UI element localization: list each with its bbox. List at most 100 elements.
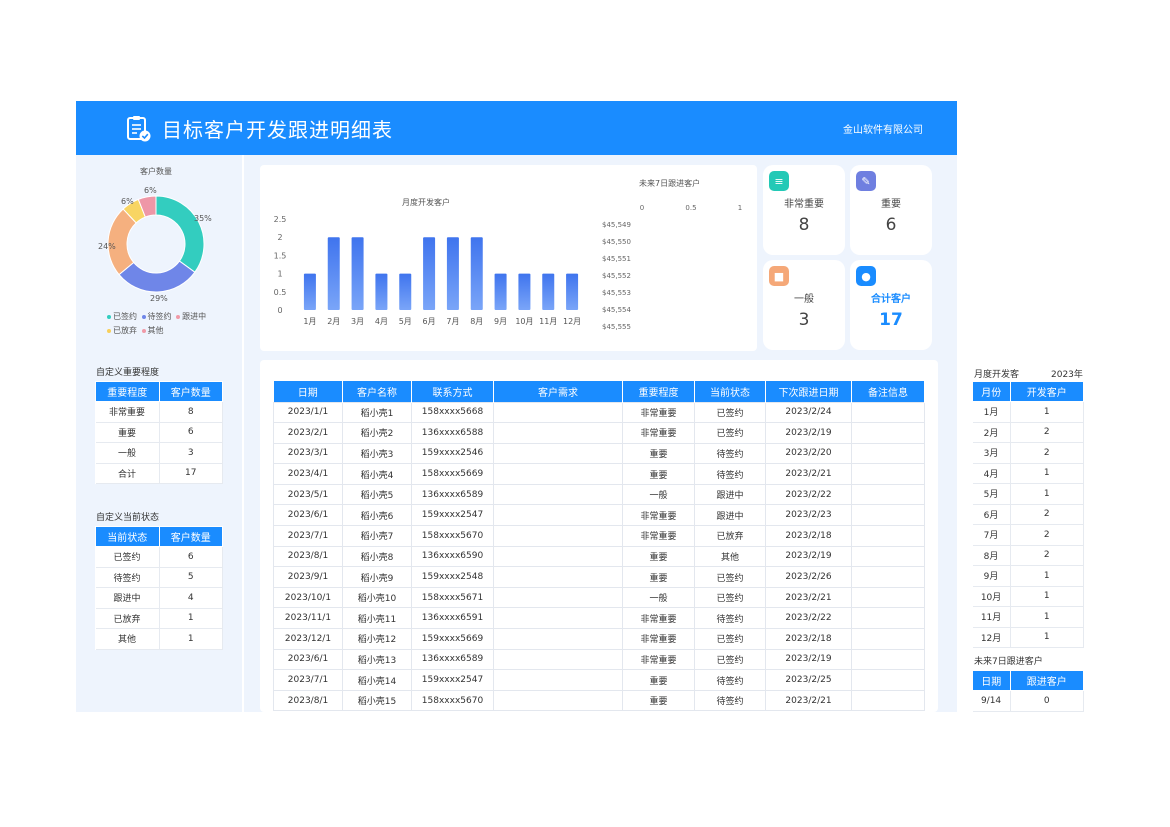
- donut-legend-row2: 已放弃 其他: [107, 325, 164, 336]
- stat-label: 合计客户: [871, 294, 911, 305]
- table-cell: 136xxxx6589: [411, 483, 494, 506]
- table-cell: 其他: [694, 545, 766, 568]
- bar: [351, 237, 364, 310]
- y-tick-label: 0.5: [274, 288, 287, 297]
- table-cell: [851, 586, 925, 609]
- importance-row: 非常重要 8: [95, 401, 223, 423]
- stat-card: ● 合计客户 17: [850, 260, 932, 350]
- table-cell: 8: [159, 401, 223, 423]
- table-row: 2023/6/1 稻小壳6 159xxxx2547 非常重要 跟进中 2023/2/23: [273, 504, 925, 527]
- table-cell: [851, 504, 925, 527]
- table-cell: [493, 401, 623, 424]
- monthly-bar-chart: 2.5 2 1.5 1 0.5 0 1月 2月 3月 4月 5月 6月 7月 8月 9月 10月 11月 12月: [274, 215, 582, 326]
- bar: [446, 237, 459, 310]
- status-row: 已放弃 1: [95, 608, 223, 629]
- table-cell: 2023/6/1: [273, 504, 343, 527]
- table-cell: 一般: [622, 483, 695, 506]
- col-header[interactable]: 当前状态: [694, 381, 766, 402]
- table-cell: 158xxxx5668: [411, 401, 494, 424]
- table-cell: 重要: [622, 463, 695, 485]
- stat-value: 8: [798, 215, 810, 235]
- bar: [303, 273, 316, 310]
- bar: [423, 237, 436, 310]
- table-cell: 136xxxx6591: [411, 607, 494, 630]
- table-cell: [493, 463, 623, 485]
- status-row: 已签约 6: [95, 546, 223, 568]
- x-tick-label: 1: [738, 204, 742, 212]
- y-tick-label: 2.5: [274, 215, 287, 224]
- status-row: 跟进中 4: [95, 587, 223, 609]
- clipboard-check-icon: [127, 116, 151, 142]
- table-cell: [851, 689, 925, 712]
- table-cell: 1: [1010, 586, 1085, 607]
- x-tick-label: 9月: [494, 317, 507, 326]
- table-cell: 2023/8/1: [273, 545, 343, 568]
- followup-bar-chart: 0 0.5 1 $45,549 $45,550 $45,551 $45,552 $45,553…: [602, 204, 742, 331]
- table-row: 2023/11/1 稻小壳11 136xxxx6591 非常重要 待签约 2023/2/2…: [273, 607, 925, 630]
- y-tick-label: $45,555: [602, 323, 631, 331]
- monthly-table: 月份 开发客户 1月 1 2月 2 3月 2 4月 1 5月 1 6月 2 7月 2 8月 2 9月 1 10月 1 1…: [972, 381, 1085, 648]
- importance-table: 重要程度 客户数量 非常重要 8 重要 6 一般 3 合计 17: [95, 381, 223, 484]
- stat-value: 6: [885, 215, 897, 235]
- col-header[interactable]: 联系方式: [411, 381, 494, 402]
- table-cell: 跟进中: [694, 483, 766, 506]
- table-cell: [851, 628, 925, 650]
- table-cell: 2023/7/1: [273, 669, 343, 691]
- table-cell: [851, 483, 925, 506]
- table-cell: 11月: [972, 606, 1011, 628]
- x-tick-label: 11月: [539, 317, 557, 326]
- table-cell: [493, 422, 623, 444]
- table-cell: 159xxxx2546: [411, 442, 494, 465]
- col-header[interactable]: 重要程度: [622, 381, 695, 402]
- table-cell: 已签约: [694, 566, 766, 588]
- table-cell: 待签约: [694, 463, 766, 485]
- edit-icon: ✎: [856, 171, 876, 191]
- company-name: 金山软件有限公司: [843, 125, 923, 136]
- table-cell: 5: [159, 567, 223, 588]
- table-cell: 2023/2/22: [765, 483, 852, 506]
- y-tick-label: $45,553: [602, 289, 631, 297]
- table-row: 2023/4/1 稻小壳4 158xxxx5669 重要 待签约 2023/2/21: [273, 463, 925, 485]
- monthly-row: 10月 1: [972, 586, 1085, 607]
- table-cell: [851, 442, 925, 465]
- monthly-row: 3月 2: [972, 442, 1085, 464]
- table-cell: [851, 463, 925, 485]
- col-header[interactable]: 客户需求: [493, 381, 623, 402]
- table-cell: 1: [1010, 463, 1085, 484]
- stat-card: ■ 一般 3: [763, 260, 845, 350]
- table-cell: 7月: [972, 524, 1011, 546]
- x-tick-label: 2月: [327, 317, 340, 326]
- table-row: 2023/3/1 稻小壳3 159xxxx2546 重要 待签约 2023/2/20: [273, 442, 925, 465]
- legend-label: 待签约: [147, 312, 172, 321]
- table-cell: 2023/2/18: [765, 628, 852, 650]
- table-cell: 2023/1/1: [273, 401, 343, 424]
- table-cell: 2023/6/1: [273, 648, 343, 671]
- table-cell: 稻小壳10: [342, 586, 412, 609]
- table-cell: 非常重要: [95, 401, 160, 423]
- col-header[interactable]: 备注信息: [851, 381, 925, 402]
- table-cell: [493, 586, 623, 609]
- importance-row: 重要 6: [95, 422, 223, 443]
- table-cell: 已签约: [694, 422, 766, 444]
- col-header[interactable]: 客户名称: [342, 381, 412, 402]
- table-cell: 非常重要: [622, 525, 695, 547]
- table-cell: 2: [1010, 504, 1085, 525]
- table-cell: [851, 607, 925, 630]
- table-cell: 1: [159, 608, 223, 629]
- table-row: 2023/1/1 稻小壳1 158xxxx5668 非常重要 已签约 2023/2/24: [273, 401, 925, 424]
- table-cell: [851, 648, 925, 671]
- table-row: 2023/10/1 稻小壳10 158xxxx5671 一般 已签约 2023/2/21: [273, 586, 925, 609]
- table-cell: 已签约: [694, 648, 766, 671]
- y-tick-label: 2: [277, 233, 282, 242]
- status-row: 待签约 5: [95, 567, 223, 588]
- page-title: 目标客户开发跟进明细表: [162, 118, 393, 142]
- table-cell: 136xxxx6590: [411, 545, 494, 568]
- table-cell: 稻小壳7: [342, 525, 412, 547]
- table-cell: [493, 628, 623, 650]
- right-panel-title: 月度开发客: [974, 370, 1020, 380]
- col-header[interactable]: 下次跟进日期: [765, 381, 852, 402]
- stat-value: 17: [879, 310, 903, 330]
- col-header[interactable]: 日期: [273, 381, 343, 402]
- table-cell: [493, 607, 623, 630]
- x-tick-label: 7月: [446, 317, 459, 326]
